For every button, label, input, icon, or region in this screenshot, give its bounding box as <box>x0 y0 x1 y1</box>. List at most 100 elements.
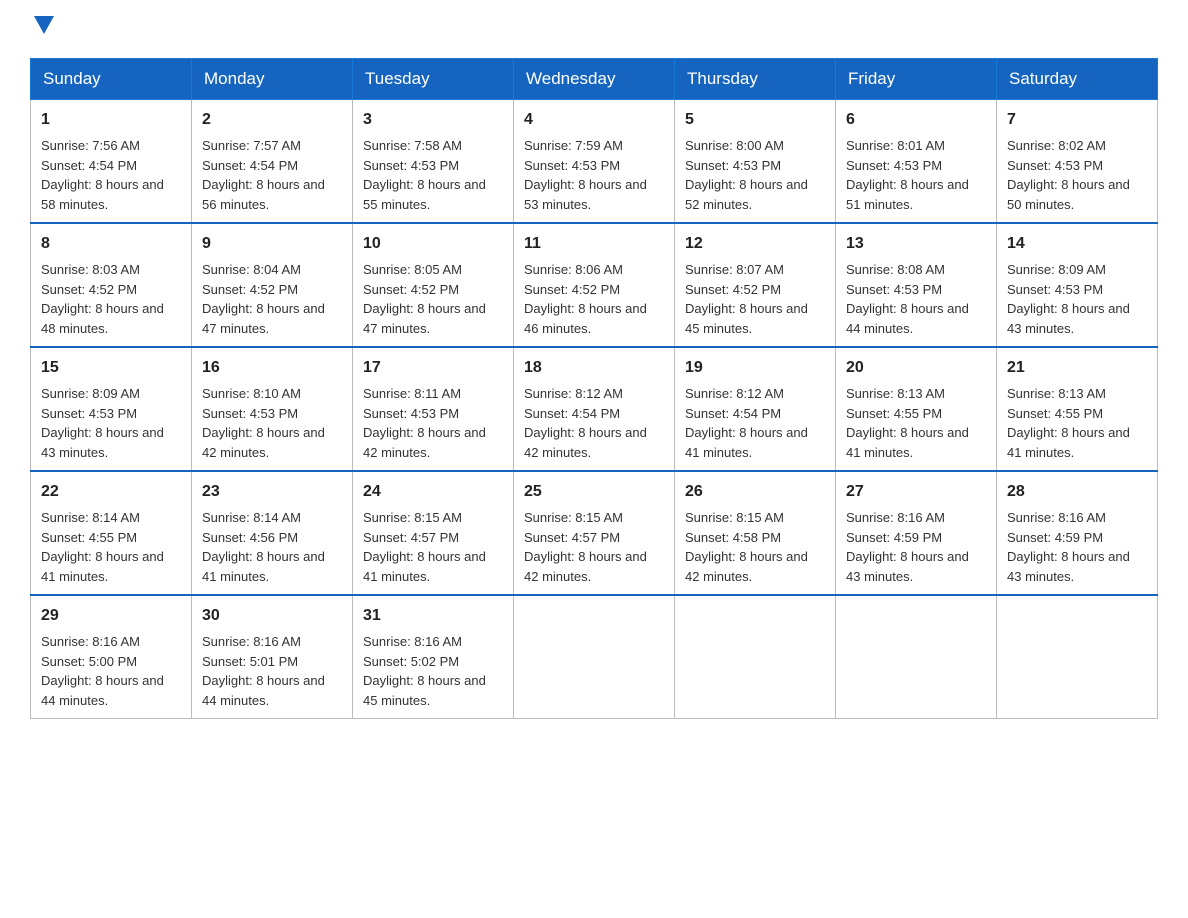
day-info: Sunrise: 8:09 AMSunset: 4:53 PMDaylight:… <box>1007 262 1130 336</box>
day-info: Sunrise: 8:12 AMSunset: 4:54 PMDaylight:… <box>685 386 808 460</box>
calendar-header-friday: Friday <box>836 59 997 100</box>
day-info: Sunrise: 8:15 AMSunset: 4:58 PMDaylight:… <box>685 510 808 584</box>
day-number: 24 <box>363 480 503 504</box>
day-info: Sunrise: 8:13 AMSunset: 4:55 PMDaylight:… <box>1007 386 1130 460</box>
day-info: Sunrise: 8:03 AMSunset: 4:52 PMDaylight:… <box>41 262 164 336</box>
day-info: Sunrise: 8:04 AMSunset: 4:52 PMDaylight:… <box>202 262 325 336</box>
day-info: Sunrise: 8:05 AMSunset: 4:52 PMDaylight:… <box>363 262 486 336</box>
day-number: 7 <box>1007 108 1147 132</box>
calendar-header-wednesday: Wednesday <box>514 59 675 100</box>
day-info: Sunrise: 7:58 AMSunset: 4:53 PMDaylight:… <box>363 138 486 212</box>
day-info: Sunrise: 8:07 AMSunset: 4:52 PMDaylight:… <box>685 262 808 336</box>
day-number: 23 <box>202 480 342 504</box>
day-number: 20 <box>846 356 986 380</box>
calendar-cell: 24 Sunrise: 8:15 AMSunset: 4:57 PMDaylig… <box>353 471 514 595</box>
day-info: Sunrise: 8:15 AMSunset: 4:57 PMDaylight:… <box>524 510 647 584</box>
calendar-cell: 20 Sunrise: 8:13 AMSunset: 4:55 PMDaylig… <box>836 347 997 471</box>
day-number: 1 <box>41 108 181 132</box>
day-number: 26 <box>685 480 825 504</box>
calendar-cell: 18 Sunrise: 8:12 AMSunset: 4:54 PMDaylig… <box>514 347 675 471</box>
day-number: 10 <box>363 232 503 256</box>
page-header <box>30 20 1158 38</box>
day-number: 6 <box>846 108 986 132</box>
day-number: 22 <box>41 480 181 504</box>
calendar-cell: 15 Sunrise: 8:09 AMSunset: 4:53 PMDaylig… <box>31 347 192 471</box>
calendar-cell: 28 Sunrise: 8:16 AMSunset: 4:59 PMDaylig… <box>997 471 1158 595</box>
calendar-cell: 2 Sunrise: 7:57 AMSunset: 4:54 PMDayligh… <box>192 100 353 224</box>
day-info: Sunrise: 8:10 AMSunset: 4:53 PMDaylight:… <box>202 386 325 460</box>
calendar-header-sunday: Sunday <box>31 59 192 100</box>
day-info: Sunrise: 7:59 AMSunset: 4:53 PMDaylight:… <box>524 138 647 212</box>
day-number: 31 <box>363 604 503 628</box>
calendar-cell: 26 Sunrise: 8:15 AMSunset: 4:58 PMDaylig… <box>675 471 836 595</box>
calendar-header-thursday: Thursday <box>675 59 836 100</box>
day-number: 4 <box>524 108 664 132</box>
day-info: Sunrise: 8:13 AMSunset: 4:55 PMDaylight:… <box>846 386 969 460</box>
day-number: 27 <box>846 480 986 504</box>
day-number: 2 <box>202 108 342 132</box>
calendar-cell: 31 Sunrise: 8:16 AMSunset: 5:02 PMDaylig… <box>353 595 514 719</box>
calendar-table: SundayMondayTuesdayWednesdayThursdayFrid… <box>30 58 1158 719</box>
calendar-cell: 7 Sunrise: 8:02 AMSunset: 4:53 PMDayligh… <box>997 100 1158 224</box>
day-number: 12 <box>685 232 825 256</box>
day-number: 3 <box>363 108 503 132</box>
day-number: 18 <box>524 356 664 380</box>
day-number: 25 <box>524 480 664 504</box>
day-info: Sunrise: 8:16 AMSunset: 4:59 PMDaylight:… <box>846 510 969 584</box>
calendar-cell: 9 Sunrise: 8:04 AMSunset: 4:52 PMDayligh… <box>192 223 353 347</box>
day-number: 28 <box>1007 480 1147 504</box>
day-number: 16 <box>202 356 342 380</box>
day-info: Sunrise: 7:56 AMSunset: 4:54 PMDaylight:… <box>41 138 164 212</box>
day-number: 8 <box>41 232 181 256</box>
day-info: Sunrise: 8:12 AMSunset: 4:54 PMDaylight:… <box>524 386 647 460</box>
day-number: 30 <box>202 604 342 628</box>
day-info: Sunrise: 8:16 AMSunset: 4:59 PMDaylight:… <box>1007 510 1130 584</box>
day-info: Sunrise: 8:14 AMSunset: 4:55 PMDaylight:… <box>41 510 164 584</box>
calendar-cell: 4 Sunrise: 7:59 AMSunset: 4:53 PMDayligh… <box>514 100 675 224</box>
day-info: Sunrise: 7:57 AMSunset: 4:54 PMDaylight:… <box>202 138 325 212</box>
day-info: Sunrise: 8:06 AMSunset: 4:52 PMDaylight:… <box>524 262 647 336</box>
calendar-week-row: 29 Sunrise: 8:16 AMSunset: 5:00 PMDaylig… <box>31 595 1158 719</box>
calendar-cell: 27 Sunrise: 8:16 AMSunset: 4:59 PMDaylig… <box>836 471 997 595</box>
day-info: Sunrise: 8:00 AMSunset: 4:53 PMDaylight:… <box>685 138 808 212</box>
calendar-cell <box>675 595 836 719</box>
day-info: Sunrise: 8:09 AMSunset: 4:53 PMDaylight:… <box>41 386 164 460</box>
day-info: Sunrise: 8:14 AMSunset: 4:56 PMDaylight:… <box>202 510 325 584</box>
day-number: 14 <box>1007 232 1147 256</box>
day-number: 17 <box>363 356 503 380</box>
day-info: Sunrise: 8:11 AMSunset: 4:53 PMDaylight:… <box>363 386 486 460</box>
day-info: Sunrise: 8:16 AMSunset: 5:02 PMDaylight:… <box>363 634 486 708</box>
calendar-cell: 29 Sunrise: 8:16 AMSunset: 5:00 PMDaylig… <box>31 595 192 719</box>
calendar-week-row: 22 Sunrise: 8:14 AMSunset: 4:55 PMDaylig… <box>31 471 1158 595</box>
calendar-cell <box>997 595 1158 719</box>
calendar-cell: 30 Sunrise: 8:16 AMSunset: 5:01 PMDaylig… <box>192 595 353 719</box>
calendar-cell: 6 Sunrise: 8:01 AMSunset: 4:53 PMDayligh… <box>836 100 997 224</box>
calendar-week-row: 8 Sunrise: 8:03 AMSunset: 4:52 PMDayligh… <box>31 223 1158 347</box>
calendar-cell: 8 Sunrise: 8:03 AMSunset: 4:52 PMDayligh… <box>31 223 192 347</box>
day-info: Sunrise: 8:16 AMSunset: 5:01 PMDaylight:… <box>202 634 325 708</box>
logo <box>30 20 54 38</box>
calendar-cell: 19 Sunrise: 8:12 AMSunset: 4:54 PMDaylig… <box>675 347 836 471</box>
calendar-cell: 5 Sunrise: 8:00 AMSunset: 4:53 PMDayligh… <box>675 100 836 224</box>
calendar-cell: 25 Sunrise: 8:15 AMSunset: 4:57 PMDaylig… <box>514 471 675 595</box>
calendar-cell: 17 Sunrise: 8:11 AMSunset: 4:53 PMDaylig… <box>353 347 514 471</box>
day-number: 5 <box>685 108 825 132</box>
calendar-week-row: 15 Sunrise: 8:09 AMSunset: 4:53 PMDaylig… <box>31 347 1158 471</box>
day-number: 19 <box>685 356 825 380</box>
day-info: Sunrise: 8:15 AMSunset: 4:57 PMDaylight:… <box>363 510 486 584</box>
calendar-cell: 22 Sunrise: 8:14 AMSunset: 4:55 PMDaylig… <box>31 471 192 595</box>
calendar-cell: 10 Sunrise: 8:05 AMSunset: 4:52 PMDaylig… <box>353 223 514 347</box>
day-info: Sunrise: 8:08 AMSunset: 4:53 PMDaylight:… <box>846 262 969 336</box>
day-number: 21 <box>1007 356 1147 380</box>
day-info: Sunrise: 8:02 AMSunset: 4:53 PMDaylight:… <box>1007 138 1130 212</box>
calendar-cell: 23 Sunrise: 8:14 AMSunset: 4:56 PMDaylig… <box>192 471 353 595</box>
calendar-cell: 1 Sunrise: 7:56 AMSunset: 4:54 PMDayligh… <box>31 100 192 224</box>
calendar-cell: 16 Sunrise: 8:10 AMSunset: 4:53 PMDaylig… <box>192 347 353 471</box>
day-number: 13 <box>846 232 986 256</box>
calendar-cell <box>514 595 675 719</box>
calendar-header-tuesday: Tuesday <box>353 59 514 100</box>
calendar-cell: 11 Sunrise: 8:06 AMSunset: 4:52 PMDaylig… <box>514 223 675 347</box>
calendar-cell: 14 Sunrise: 8:09 AMSunset: 4:53 PMDaylig… <box>997 223 1158 347</box>
day-number: 11 <box>524 232 664 256</box>
calendar-header-monday: Monday <box>192 59 353 100</box>
